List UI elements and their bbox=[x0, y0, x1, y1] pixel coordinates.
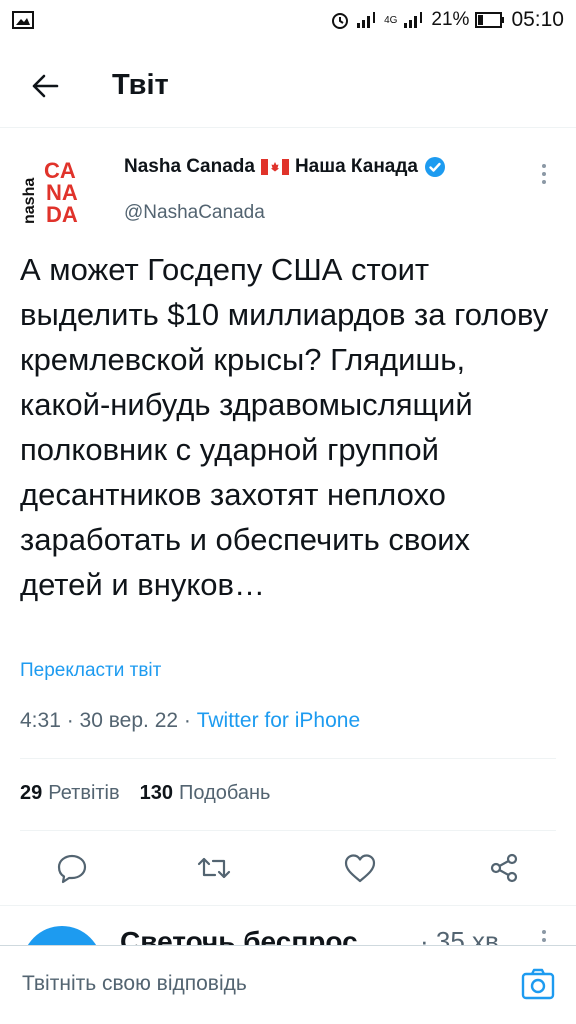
svg-text:nasha: nasha bbox=[22, 178, 38, 224]
svg-text:DA: DA bbox=[46, 202, 78, 227]
tweet-time: 4:31 bbox=[20, 709, 61, 732]
reply-button[interactable] bbox=[52, 848, 92, 888]
retweet-button[interactable] bbox=[194, 848, 234, 888]
tweet-author: nasha CA NA DA Nasha Canada Наша Канада … bbox=[0, 140, 576, 240]
like-button[interactable] bbox=[340, 848, 380, 888]
clock: 05:10 bbox=[511, 8, 564, 31]
divider bbox=[20, 758, 556, 759]
likes-count: 130 bbox=[139, 782, 174, 804]
canada-flag-icon bbox=[260, 159, 289, 175]
heart-icon bbox=[344, 854, 376, 883]
reply-avatar[interactable] bbox=[22, 926, 102, 945]
camera-icon[interactable] bbox=[520, 966, 556, 1002]
meta-separator: · bbox=[66, 709, 80, 732]
reply-input[interactable]: Твітніть свою відповідь bbox=[22, 972, 247, 996]
reply-more-options-icon[interactable] bbox=[538, 928, 550, 945]
avatar[interactable]: nasha CA NA DA bbox=[22, 154, 98, 230]
likes-stat[interactable]: 130 Подобань bbox=[140, 782, 271, 805]
status-bar: 4G 21% 05:10 bbox=[0, 0, 576, 40]
verified-badge-icon bbox=[425, 157, 445, 177]
reply-preview[interactable]: Светочь беспрос · 35 хв bbox=[0, 905, 576, 945]
battery-percent: 21% bbox=[431, 9, 470, 30]
image-notification-icon bbox=[12, 11, 34, 29]
share-icon bbox=[490, 853, 518, 883]
divider bbox=[20, 830, 556, 831]
top-bar: Твіт bbox=[0, 44, 576, 128]
reply-author-name: Светочь беспрос bbox=[120, 926, 358, 945]
tweet-meta: 4:31 · 30 вер. 22 · Twitter for iPhone bbox=[20, 709, 360, 733]
tweet-stats: 29 Ретвітів 130 Подобань bbox=[20, 782, 270, 805]
arrow-left-icon bbox=[32, 74, 59, 97]
tweet-source-link[interactable]: Twitter for iPhone bbox=[197, 709, 360, 732]
tweet-date: 30 вер. 22 bbox=[79, 709, 179, 732]
back-button[interactable] bbox=[22, 63, 68, 109]
alarm-icon bbox=[332, 13, 349, 29]
retweets-label: Ретвітів bbox=[48, 782, 120, 804]
reply-compose-bar: Твітніть свою відповідь bbox=[0, 945, 576, 1024]
tweet-text: А может Госдепу США стоит выделить $10 м… bbox=[20, 252, 549, 602]
author-name[interactable]: Nasha Canada Наша Канада bbox=[124, 156, 446, 178]
retweets-stat[interactable]: 29 Ретвітів bbox=[20, 782, 120, 805]
more-options-icon[interactable] bbox=[538, 162, 550, 186]
translate-tweet-link[interactable]: Перекласти твіт bbox=[20, 660, 161, 682]
likes-label: Подобань bbox=[179, 782, 271, 804]
reply-time: · 35 хв bbox=[420, 926, 499, 945]
signal-icon-2 bbox=[404, 12, 423, 28]
author-name-text: Nasha Canada bbox=[124, 156, 255, 177]
share-button[interactable] bbox=[484, 848, 524, 888]
meta-separator: · bbox=[183, 709, 197, 732]
retweets-count: 29 bbox=[20, 782, 43, 804]
author-handle[interactable]: @NashaCanada bbox=[124, 202, 265, 224]
network-type: 4G bbox=[384, 14, 398, 26]
battery-icon bbox=[475, 12, 505, 28]
reply-icon bbox=[57, 854, 87, 884]
status-icons: 4G 21% 05:10 bbox=[330, 8, 564, 32]
author-name-suffix: Наша Канада bbox=[294, 156, 418, 177]
retweet-icon bbox=[197, 857, 231, 879]
tweet-actions bbox=[0, 840, 576, 898]
page-title: Твіт bbox=[112, 69, 169, 101]
notification-area bbox=[12, 11, 34, 29]
signal-icon bbox=[357, 12, 376, 28]
